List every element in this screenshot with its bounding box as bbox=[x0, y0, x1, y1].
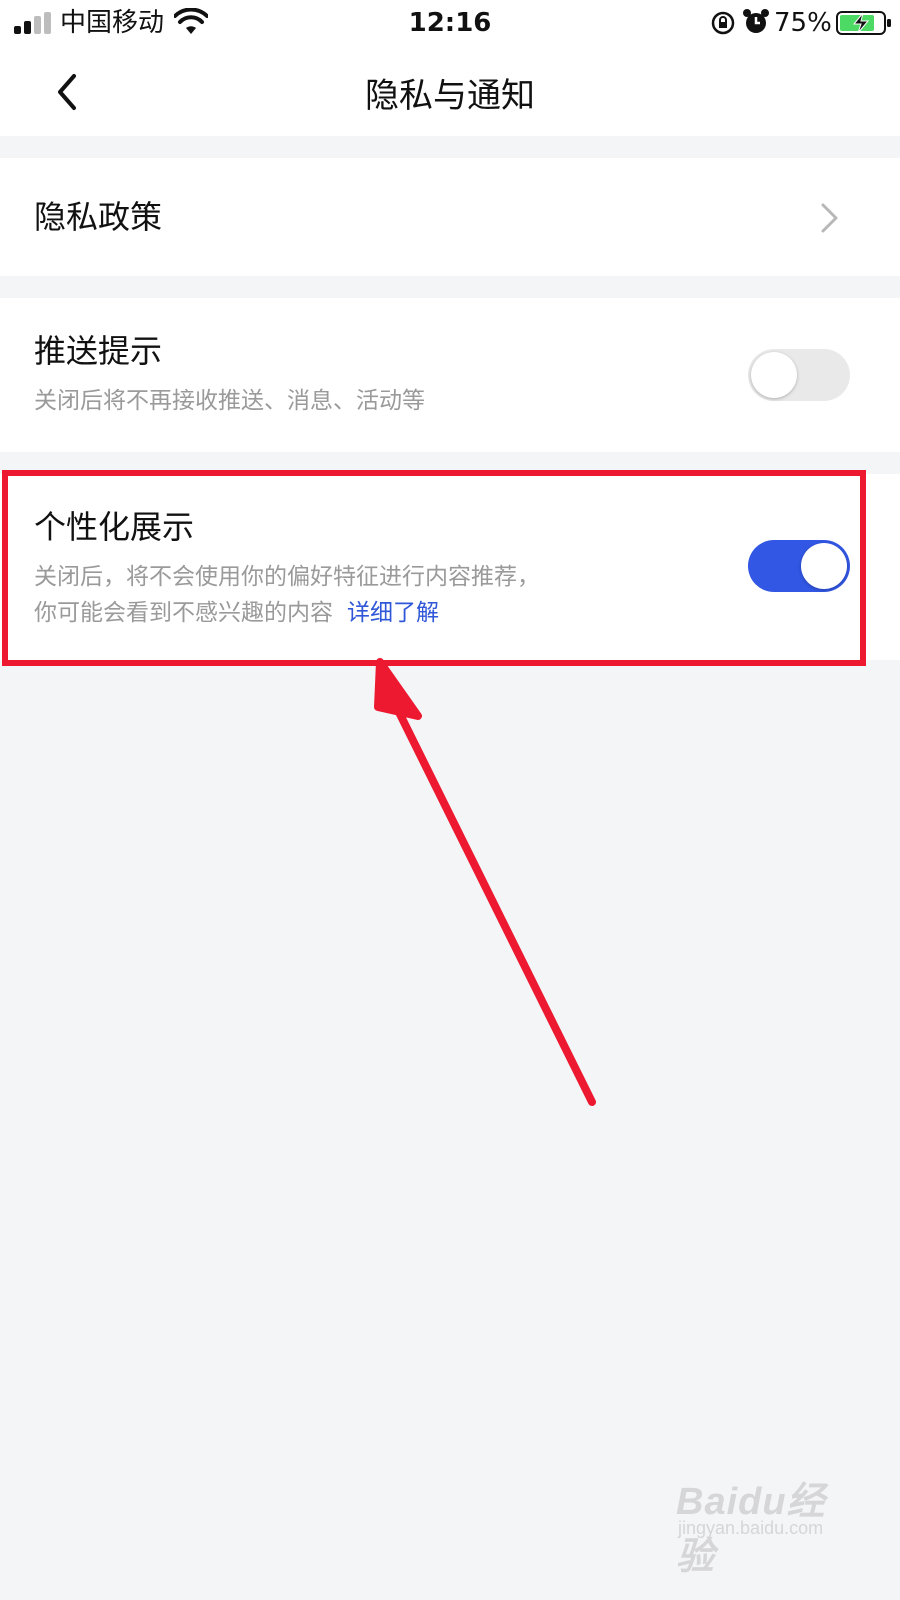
battery-charging-icon bbox=[836, 11, 891, 35]
personalized-display-desc-line2-text: 你可能会看到不感兴趣的内容 bbox=[34, 600, 333, 626]
baidu-watermark: Baidu经验 jingyan.baidu.com bbox=[676, 1468, 846, 1578]
alarm-icon bbox=[743, 9, 769, 33]
push-notification-row: 推送提示 关闭后将不再接收推送、消息、活动等 bbox=[0, 298, 900, 452]
privacy-policy-row[interactable]: 隐私政策 bbox=[0, 158, 900, 276]
battery-percent: 75% bbox=[774, 8, 832, 38]
status-bar: 中国移动 12:16 75% bbox=[0, 0, 900, 46]
toggle-knob bbox=[801, 543, 847, 589]
personalized-display-desc-line1: 关闭后，将不会使用你的偏好特征进行内容推荐， bbox=[34, 564, 540, 590]
personalized-display-title: 个性化展示 bbox=[34, 508, 195, 546]
chevron-right-icon bbox=[821, 203, 838, 233]
push-notification-desc: 关闭后将不再接收推送、消息、活动等 bbox=[34, 388, 425, 414]
personalized-display-desc-line2: 你可能会看到不感兴趣的内容 详细了解 bbox=[34, 596, 439, 630]
toggle-knob bbox=[751, 352, 797, 398]
page-title: 隐私与通知 bbox=[365, 76, 535, 116]
nav-bar: 隐私与通知 bbox=[0, 46, 900, 136]
personalized-display-row: 个性化展示 关闭后，将不会使用你的偏好特征进行内容推荐， 你可能会看到不感兴趣的… bbox=[0, 474, 900, 660]
watermark-url: jingyan.baidu.com bbox=[678, 1518, 824, 1538]
rotation-lock-icon bbox=[711, 11, 735, 35]
privacy-policy-label: 隐私政策 bbox=[34, 198, 163, 236]
personalized-display-toggle[interactable] bbox=[748, 540, 850, 592]
learn-more-link[interactable]: 详细了解 bbox=[347, 600, 439, 626]
push-notification-toggle[interactable] bbox=[748, 349, 850, 401]
push-notification-title: 推送提示 bbox=[34, 332, 163, 370]
